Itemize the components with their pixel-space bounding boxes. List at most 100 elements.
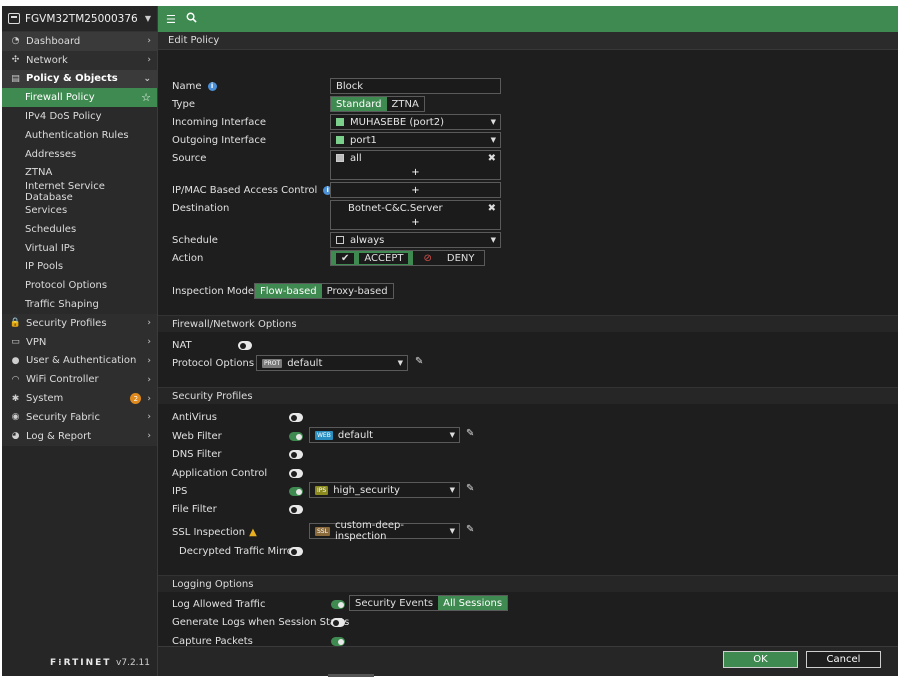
nat-toggle[interactable] [238,341,252,350]
fabric-icon: ◉ [11,412,20,423]
filefilter-toggle[interactable] [289,505,303,514]
edit-pencil-icon[interactable]: ✎ [415,356,423,367]
sidebar-item-virtual-ips[interactable]: Virtual IPs [2,238,157,258]
generate-logs-toggle[interactable] [331,618,345,627]
edit-pencil-icon[interactable]: ✎ [466,428,474,439]
sidebar-nav: ◔ Dashboard › ✣ Network › ▤ Policy & Objects ⌄ Fi… [2,32,157,446]
dnsfilter-toggle[interactable] [289,450,303,459]
webfilter-select[interactable]: WEB default ▼ [309,427,460,443]
ipmac-add-button[interactable]: + [330,182,501,198]
protocol-value: default [287,357,323,369]
sidebar-item-services[interactable]: Services [2,201,157,220]
action-deny[interactable]: ⊘ DENY [413,251,485,265]
filefilter-label: File Filter [172,503,217,515]
version-label: v7.2.11 [116,658,150,668]
chevron-down-icon: ▼ [449,486,455,494]
inspection-proxy[interactable]: Proxy-based [321,284,393,298]
sidebar-item-dashboard[interactable]: ◔ Dashboard › [2,32,157,51]
info-icon[interactable]: i [207,81,217,91]
sidebar-item-schedules[interactable]: Schedules [2,219,157,239]
hamburger-menu-icon[interactable]: ☰ [166,13,186,26]
type-standard[interactable]: Standard [331,97,387,111]
log-security-events[interactable]: Security Events [350,596,439,610]
outgoing-interface-select[interactable]: port1 ▼ [330,132,501,148]
sidebar-item-traffic-shaping[interactable]: Traffic Shaping [2,295,157,314]
sidebar-item-addresses[interactable]: Addresses [2,144,157,164]
sidebar-item-label: Log & Report [26,430,92,442]
type-ztna[interactable]: ZTNA [386,97,424,111]
decrypted-mirror-toggle[interactable] [289,547,303,556]
search-icon[interactable] [186,12,206,26]
web-tag: WEB [315,430,333,440]
chevron-down-icon: ▼ [449,431,455,439]
sidebar-item-label: Virtual IPs [25,242,75,254]
log-all-sessions[interactable]: All Sessions [438,596,508,610]
calendar-icon [336,236,344,244]
schedule-label: Schedule [172,234,218,246]
log-allowed-segmented: Security Events All Sessions [349,595,509,611]
sidebar-item-vpn[interactable]: ▭ VPN › [2,332,157,352]
sidebar-item-security-fabric[interactable]: ◉ Security Fabric › [2,407,157,427]
schedule-value: always [350,234,385,246]
schedule-select[interactable]: always ▼ [330,232,501,248]
add-source-button[interactable]: + [331,165,500,179]
antivirus-toggle[interactable] [289,413,303,422]
chevron-down-icon: ▼ [490,236,496,244]
sidebar-item-label: Security Fabric [26,411,100,423]
ssl-select[interactable]: SSL custom-deep-inspection ▼ [309,520,460,542]
chevron-down-icon: ▼ [397,359,403,367]
ips-select[interactable]: IPS high_security ▼ [309,482,460,498]
chevron-down-icon: ▼ [490,118,496,126]
capture-packets-toggle[interactable] [331,637,345,646]
network-icon: ✣ [11,55,20,66]
sidebar-item-network[interactable]: ✣ Network › [2,50,157,70]
sidebar-item-user-authentication[interactable]: ● User & Authentication › [2,351,157,371]
log-allowed-toggle[interactable] [331,600,345,609]
ok-button[interactable]: OK [723,651,798,668]
appcontrol-label: Application Control [172,467,268,479]
webfilter-toggle[interactable] [289,432,303,441]
inspection-flow[interactable]: Flow-based [255,284,322,298]
source-field[interactable]: all ✖ + [330,150,501,180]
edit-pencil-icon[interactable]: ✎ [466,483,474,494]
sidebar-item-ip-pools[interactable]: IP Pools [2,257,157,277]
sidebar-item-label: Network [26,54,68,66]
sidebar-item-ipv4-dos-policy[interactable]: IPv4 DoS Policy [2,107,157,126]
device-name: FGVM32TM25000376 [25,12,138,25]
star-icon[interactable]: ☆ [141,91,151,104]
sidebar-item-label: Traffic Shaping [25,299,99,311]
device-selector[interactable]: FGVM32TM25000376 ▼ [2,6,157,32]
destination-value: Botnet-C&C.Server [348,202,443,214]
sidebar-item-log-report[interactable]: ◕ Log & Report › [2,426,157,446]
sidebar-item-ztna[interactable]: ZTNA [2,163,157,183]
sidebar-item-security-profiles[interactable]: 🔒 Security Profiles › [2,313,157,333]
sidebar-item-firewall-policy[interactable]: Firewall Policy ☆ [2,88,157,108]
cancel-button[interactable]: Cancel [806,651,881,668]
edit-pencil-icon[interactable]: ✎ [466,524,474,535]
action-accept[interactable]: ✔ ACCEPT [331,251,414,265]
sidebar-item-internet-service-database[interactable]: Internet Service Database [2,181,157,203]
name-input[interactable]: Block [330,78,501,94]
sidebar-item-protocol-options[interactable]: Protocol Options [2,276,157,296]
log-allowed-label: Log Allowed Traffic [172,598,266,610]
sidebar-item-system[interactable]: ✱ System 2 › [2,389,157,408]
appcontrol-toggle[interactable] [289,469,303,478]
sidebar-item-authentication-rules[interactable]: Authentication Rules [2,125,157,145]
chevron-right-icon: › [147,431,151,442]
sidebar-item-wifi-controller[interactable]: ◠ WiFi Controller › [2,370,157,390]
chart-icon: ◕ [11,431,20,442]
page-title: Edit Policy [158,32,898,50]
type-label: Type [172,98,195,110]
ssl-value: custom-deep-inspection [334,520,405,542]
sidebar-item-label: Schedules [25,223,77,235]
protocol-options-select[interactable]: PROT default ▼ [256,355,408,371]
close-icon[interactable]: ✖ [488,203,496,214]
add-destination-button[interactable]: + [331,215,500,229]
ips-toggle[interactable] [289,487,303,496]
close-icon[interactable]: ✖ [488,153,496,164]
nat-label: NAT [172,339,192,351]
incoming-interface-select[interactable]: MUHASEBE (port2) ▼ [330,114,501,130]
destination-field[interactable]: Botnet-C&C.Server ✖ + [330,200,501,230]
sidebar-item-policy-objects[interactable]: ▤ Policy & Objects ⌄ [2,69,157,89]
generate-logs-label: Generate Logs when Session Starts [172,616,350,628]
